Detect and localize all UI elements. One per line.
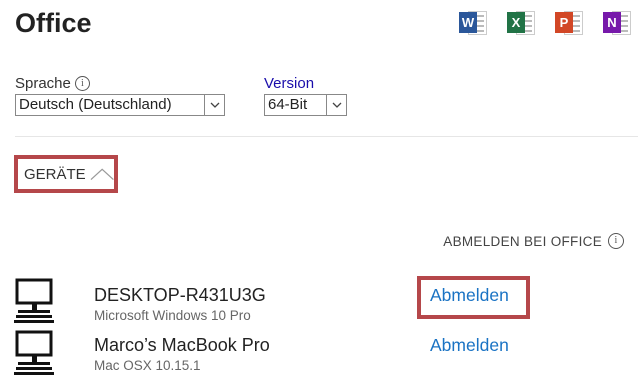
device-name: DESKTOP-R431U3G [94,285,266,305]
devices-section-label: GERÄTE [24,165,86,183]
word-icon[interactable]: W [459,8,487,36]
computer-icon [14,278,54,323]
highlight-box [417,276,530,319]
chevron-down-icon[interactable] [326,95,346,115]
info-icon[interactable]: i [74,76,90,91]
computer-icon [14,330,54,375]
page-title: Office [15,8,92,38]
onenote-icon[interactable]: N [603,8,631,36]
version-label: Version [264,75,315,92]
app-icons: W X P N [459,8,631,36]
signout-all-label: ABMELDEN BEI OFFICE i [443,233,624,249]
excel-icon[interactable]: X [507,8,535,36]
devices-section-toggle[interactable]: GERÄTE [14,155,118,193]
language-select[interactable]: Deutsch (Deutschland) [15,94,225,116]
language-label: Sprache i [15,75,90,92]
version-select[interactable]: 64-Bit [264,94,347,116]
chevron-down-icon[interactable] [204,95,224,115]
signout-button[interactable]: Abmelden [430,335,509,356]
divider [15,136,638,137]
chevron-up-icon [90,168,114,181]
info-icon[interactable]: i [608,233,624,249]
device-os: Microsoft Windows 10 Pro [94,308,251,323]
device-os: Mac OSX 10.15.1 [94,358,201,373]
language-select-value: Deutsch (Deutschland) [19,96,172,113]
powerpoint-icon[interactable]: P [555,8,583,36]
version-select-value: 64-Bit [268,96,308,113]
device-name: Marco’s MacBook Pro [94,335,270,355]
